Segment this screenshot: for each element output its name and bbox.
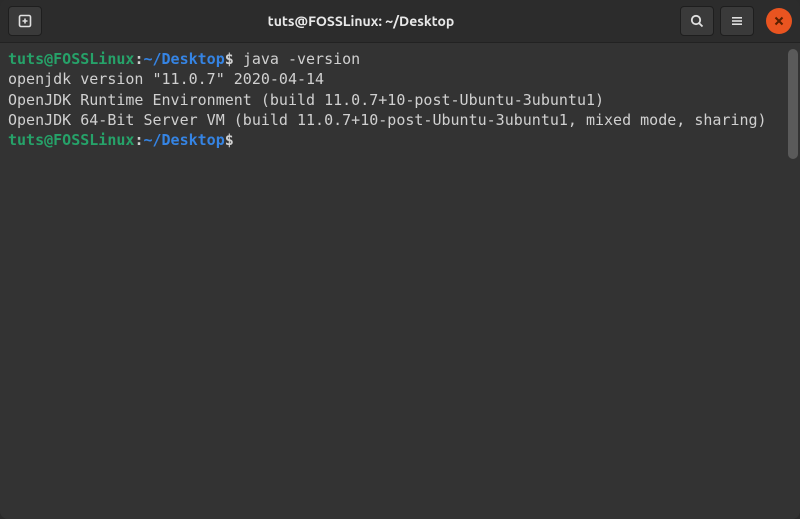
command-text: java -version [243, 50, 360, 68]
output-line: OpenJDK 64-Bit Server VM (build 11.0.7+1… [8, 110, 792, 130]
close-button[interactable] [766, 8, 792, 34]
prompt-dollar: $ [225, 50, 234, 68]
prompt-dollar: $ [225, 131, 234, 149]
new-tab-button[interactable] [8, 6, 42, 36]
titlebar-right-controls [680, 6, 792, 36]
window-title: tuts@FOSSLinux: ~/Desktop [50, 13, 672, 29]
prompt-user: tuts [8, 50, 44, 68]
scrollbar-thumb[interactable] [788, 49, 798, 159]
prompt-host: FOSSLinux [53, 50, 134, 68]
prompt-path: ~/Desktop [143, 50, 224, 68]
output-line: OpenJDK Runtime Environment (build 11.0.… [8, 90, 792, 110]
output-line: openjdk version "11.0.7" 2020-04-14 [8, 69, 792, 89]
terminal-body[interactable]: tuts@FOSSLinux:~/Desktop$ java -versiono… [0, 42, 800, 519]
prompt-at: @ [44, 50, 53, 68]
menu-button[interactable] [720, 6, 754, 36]
prompt-host: FOSSLinux [53, 131, 134, 149]
prompt-at: @ [44, 131, 53, 149]
search-button[interactable] [680, 6, 714, 36]
prompt-path: ~/Desktop [143, 131, 224, 149]
prompt-user: tuts [8, 131, 44, 149]
prompt-line-2: tuts@FOSSLinux:~/Desktop$ [8, 130, 792, 150]
terminal-window: tuts@FOSSLinux: ~/Desktop [0, 0, 800, 519]
prompt-line-1: tuts@FOSSLinux:~/Desktop$ java -version [8, 49, 792, 69]
titlebar: tuts@FOSSLinux: ~/Desktop [0, 0, 800, 42]
